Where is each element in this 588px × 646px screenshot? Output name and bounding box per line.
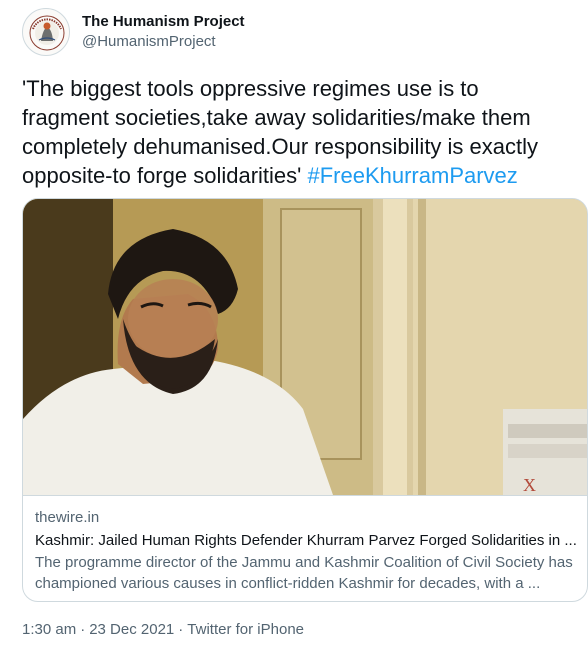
tweet-timestamp: 1:30 am · 23 Dec 2021 · Twitter for iPhone xyxy=(22,620,304,640)
tweet-source[interactable]: Twitter for iPhone xyxy=(187,621,304,638)
tweet-header: The Humanism Project @HumanismProject xyxy=(22,8,245,58)
card-description: The programme director of the Jammu and … xyxy=(35,554,573,592)
card-domain: thewire.in xyxy=(35,509,100,526)
card-image[interactable]: X xyxy=(23,199,587,495)
tweet-date[interactable]: 23 Dec 2021 xyxy=(89,621,174,638)
tweet-text: 'The biggest tools oppressive regimes us… xyxy=(22,74,582,190)
svg-text:X: X xyxy=(523,475,536,495)
author-handle[interactable]: @HumanismProject xyxy=(82,32,245,52)
humanism-project-logo-icon xyxy=(29,15,65,51)
separator-dot: · xyxy=(80,621,86,638)
card-title[interactable]: Kashmir: Jailed Human Rights Defender Kh… xyxy=(35,530,577,551)
tweet[interactable]: The Humanism Project @HumanismProject 'T… xyxy=(0,0,588,646)
link-preview-card[interactable]: X thewire.in Kashmir: Jailed Human Right… xyxy=(22,198,588,602)
separator-dot: · xyxy=(178,621,184,638)
tweet-time[interactable]: 1:30 am xyxy=(22,621,76,638)
avatar[interactable] xyxy=(22,8,70,56)
card-meta: thewire.in Kashmir: Jailed Human Rights … xyxy=(23,495,587,601)
hashtag-link[interactable]: #FreeKhurramParvez xyxy=(307,163,517,188)
portrait-photo: X xyxy=(23,199,587,495)
author-display-name[interactable]: The Humanism Project xyxy=(82,12,245,32)
